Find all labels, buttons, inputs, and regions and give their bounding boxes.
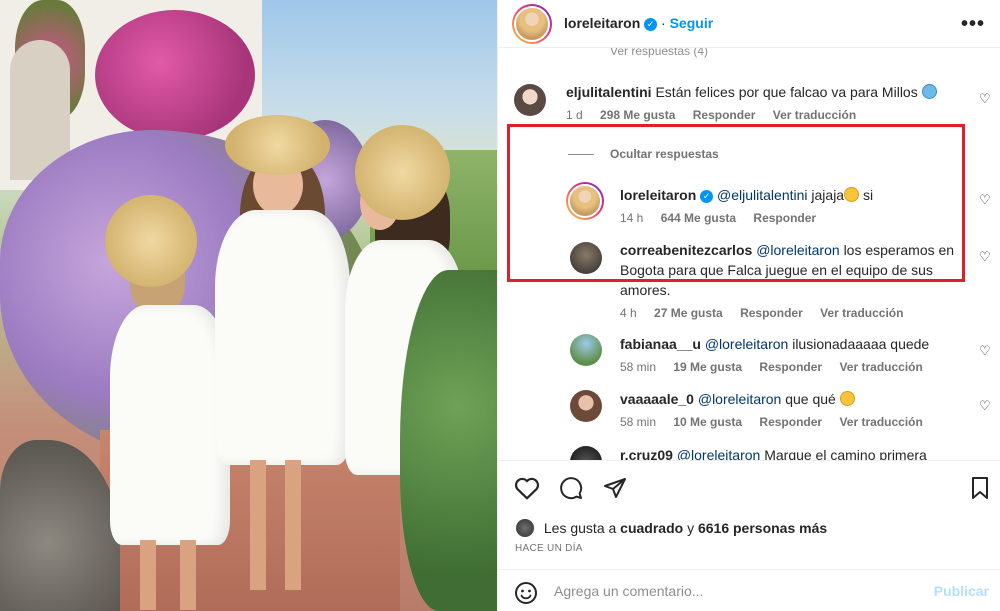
translate-button[interactable]: Ver traducción <box>773 108 856 122</box>
comment-text: ilusionadaaaaa quede <box>792 336 930 352</box>
globe-emoji-icon <box>921 84 937 99</box>
like-comment-icon[interactable]: ♡ <box>979 92 991 105</box>
reply-button[interactable]: Responder <box>759 415 822 429</box>
comment-icon[interactable] <box>558 476 584 503</box>
post-actions <box>514 476 642 502</box>
comment-time[interactable]: 1 d <box>566 108 583 122</box>
like-comment-icon[interactable]: ♡ <box>979 344 991 357</box>
share-icon[interactable] <box>602 476 628 503</box>
follow-button[interactable]: Seguir <box>670 15 714 31</box>
comment-text: Marque el camino primera <box>764 447 927 460</box>
comment-text: Están felices por que falcao va para Mil… <box>655 84 918 100</box>
comment-likes[interactable]: 10 Me gusta <box>673 415 742 429</box>
post-photo[interactable] <box>0 0 497 611</box>
comment-mention[interactable]: @loreleitaron <box>698 391 781 407</box>
blushing-emoji-icon <box>839 391 855 406</box>
author-avatar[interactable] <box>512 4 552 44</box>
photo-foliage <box>400 270 497 611</box>
emoji-icon[interactable] <box>514 581 538 608</box>
reply-button[interactable]: Responder <box>740 306 803 320</box>
likes-count[interactable]: 6616 personas más <box>698 520 827 536</box>
comment-time[interactable]: 58 min <box>620 415 656 429</box>
comment-item: r.cruz09 @loreleitaron Marque el camino … <box>620 445 960 460</box>
like-comment-icon[interactable]: ♡ <box>979 193 991 206</box>
comment-username[interactable]: fabianaa__u <box>620 336 701 352</box>
comment-username[interactable]: r.cruz09 <box>620 447 673 460</box>
add-comment-bar: Agrega un comentario... Publicar <box>498 569 1000 611</box>
like-comment-icon[interactable]: ♡ <box>979 250 991 263</box>
bookmark-icon[interactable] <box>969 476 991 503</box>
reply-button[interactable]: Responder <box>759 360 822 374</box>
reply-button[interactable]: Responder <box>693 108 756 122</box>
comment-mention[interactable]: @loreleitaron <box>677 447 760 460</box>
likes-summary[interactable]: Les gusta a cuadrado y 6616 personas más <box>516 519 827 537</box>
comment-item: eljulitalentini Están felices por que fa… <box>566 82 966 122</box>
translate-button[interactable]: Ver traducción <box>839 360 922 374</box>
comment-time[interactable]: 58 min <box>620 360 656 374</box>
post-side-panel: loreleitaron ✓ · Seguir ••• Ver respuest… <box>497 0 1000 611</box>
comment-username[interactable]: eljulitalentini <box>566 84 652 100</box>
comment-time[interactable]: 4 h <box>620 306 637 320</box>
view-replies-link[interactable]: Ver respuestas (4) <box>610 48 708 58</box>
comment-mention[interactable]: @loreleitaron <box>705 336 788 352</box>
like-comment-icon[interactable]: ♡ <box>979 399 991 412</box>
translate-button[interactable]: Ver traducción <box>839 415 922 429</box>
comment-item: fabianaa__u @loreleitaron ilusionadaaaaa… <box>620 334 960 374</box>
post-timestamp: HACE UN DÍA <box>515 543 583 554</box>
comments-list[interactable]: Ver respuestas (4) eljulitalentini Están… <box>498 48 1000 460</box>
comment-text: que qué <box>785 391 836 407</box>
commenter-avatar[interactable] <box>570 446 602 460</box>
more-icon[interactable]: ••• <box>961 13 985 36</box>
commenter-avatar[interactable] <box>570 334 602 366</box>
translate-button[interactable]: Ver traducción <box>820 306 903 320</box>
liker-avatar <box>516 519 534 537</box>
comment-input[interactable]: Agrega un comentario... <box>554 583 703 599</box>
commenter-avatar[interactable] <box>570 390 602 422</box>
author-username[interactable]: loreleitaron <box>564 15 640 31</box>
heart-icon[interactable] <box>514 476 540 503</box>
comment-item: vaaaaale_0 @loreleitaron que qué 58 min … <box>620 389 960 429</box>
publish-button[interactable]: Publicar <box>934 583 989 599</box>
comment-likes[interactable]: 298 Me gusta <box>600 108 675 122</box>
highlight-box <box>507 124 965 282</box>
comment-likes[interactable]: 19 Me gusta <box>673 360 742 374</box>
verified-icon: ✓ <box>644 18 658 31</box>
photo-girl-middle <box>205 115 355 611</box>
commenter-avatar[interactable] <box>514 84 546 116</box>
post-footer: Les gusta a cuadrado y 6616 personas más… <box>498 460 1000 611</box>
post-header: loreleitaron ✓ · Seguir ••• <box>498 0 1000 48</box>
liker-username[interactable]: cuadrado <box>620 520 683 536</box>
comment-username[interactable]: vaaaaale_0 <box>620 391 694 407</box>
comment-likes[interactable]: 27 Me gusta <box>654 306 723 320</box>
